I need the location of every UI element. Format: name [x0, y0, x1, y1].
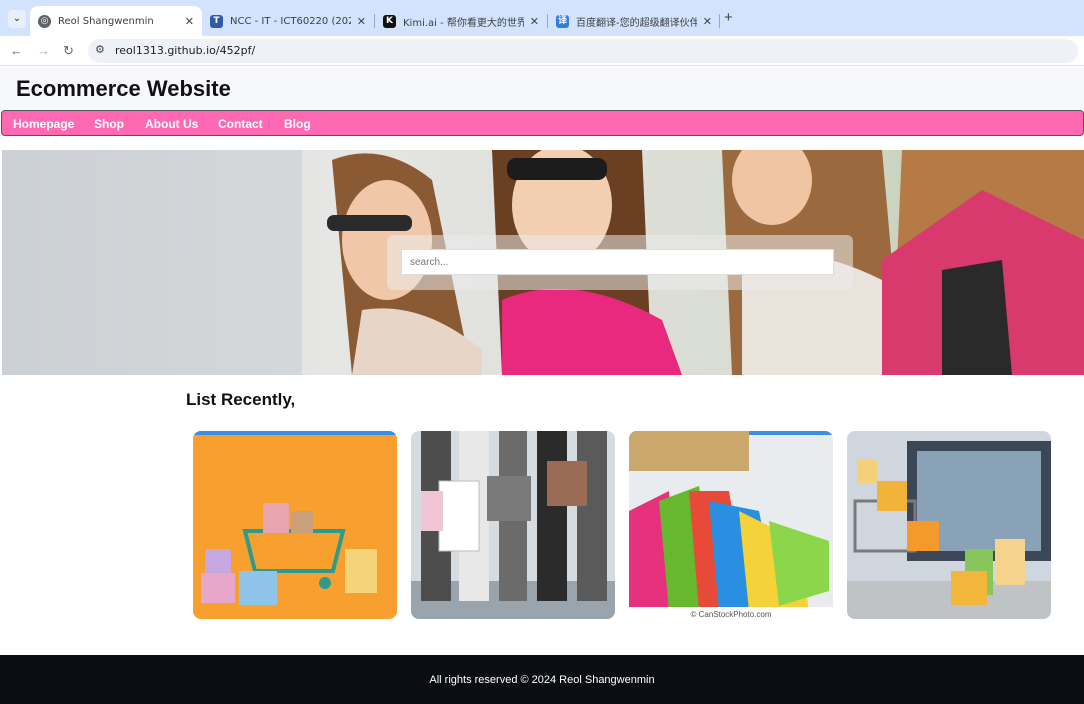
close-tab-icon[interactable]: ✕ [185, 15, 194, 28]
tab-title: NCC - IT - ICT60220 (2024): I [230, 15, 351, 27]
site-footer: All rights reserved © 2024 Reol Shangwen… [0, 655, 1084, 704]
tab-search-chevron-icon[interactable]: ⌄ [8, 10, 26, 28]
watermark-caption: © CanStockPhoto.com [690, 610, 771, 619]
colorful-shopping-bags-image: © CanStockPhoto.com [629, 431, 833, 619]
reload-icon[interactable]: ↻ [63, 43, 74, 59]
browser-tab-ncc[interactable]: T NCC - IT - ICT60220 (2024): I ✕ [202, 6, 374, 36]
product-card[interactable]: © CanStockPhoto.com [629, 431, 833, 619]
tab-title: Kimi.ai - 帮你看更大的世界 [403, 17, 524, 29]
nav-link-blog[interactable]: Blog [284, 117, 311, 131]
new-tab-icon[interactable]: + [724, 10, 733, 26]
back-arrow-icon[interactable]: ← [10, 43, 23, 59]
close-tab-icon[interactable]: ✕ [703, 15, 712, 28]
laptop-cart-boxes-image [847, 431, 1051, 619]
url-text[interactable]: reol1313.github.io/452pf/ [115, 44, 255, 57]
browser-tab-baidu[interactable]: 译 百度翻译-您的超级翻译伙伴 ✕ [548, 6, 720, 36]
tab-separator [719, 14, 720, 28]
browser-tab-kimi[interactable]: K Kimi.ai - 帮你看更大的世界 ✕ [375, 6, 547, 36]
web-page: Ecommerce Website Homepage Shop About Us… [0, 67, 1084, 704]
shopping-cart-image [193, 431, 397, 619]
globe-icon: ◎ [38, 14, 51, 28]
tab-title: 百度翻译-您的超级翻译伙伴 [576, 17, 697, 29]
search-input[interactable] [401, 249, 834, 275]
site-info-icon[interactable]: ⚙ [95, 43, 105, 56]
site-title: Ecommerce Website [16, 76, 231, 101]
site-header: Ecommerce Website [0, 67, 1084, 110]
nav-link-shop[interactable]: Shop [94, 117, 124, 131]
tab-title: Reol Shangwenmin [58, 15, 154, 27]
forward-arrow-icon[interactable]: → [37, 43, 50, 59]
shoppers-with-bags-image [411, 431, 615, 619]
kimi-icon: K [383, 14, 396, 28]
baidu-translate-icon: 译 [556, 14, 569, 28]
search-panel [387, 235, 853, 290]
close-tab-icon[interactable]: ✕ [357, 15, 366, 28]
nav-link-about-us[interactable]: About Us [145, 117, 198, 131]
browser-tab-reol[interactable]: ◎ Reol Shangwenmin ✕ [30, 6, 202, 36]
product-card[interactable] [193, 431, 397, 619]
nav-link-contact[interactable]: Contact [218, 117, 263, 131]
ncc-icon: T [210, 14, 223, 28]
main-nav: Homepage Shop About Us Contact Blog [1, 110, 1084, 136]
section-title: List Recently, [186, 390, 296, 409]
browser-tabstrip: ⌄ ◎ Reol Shangwenmin ✕ T NCC - IT - ICT6… [0, 0, 1084, 36]
product-card[interactable] [847, 431, 1051, 619]
address-bar[interactable]: ⚙ reol1313.github.io/452pf/ [88, 39, 1078, 63]
footer-copyright: All rights reserved © 2024 Reol Shangwen… [429, 674, 655, 686]
product-card[interactable] [411, 431, 615, 619]
browser-toolbar: ← → ↻ ⚙ reol1313.github.io/452pf/ [0, 36, 1084, 66]
nav-link-homepage[interactable]: Homepage [13, 117, 74, 131]
close-tab-icon[interactable]: ✕ [530, 15, 539, 28]
